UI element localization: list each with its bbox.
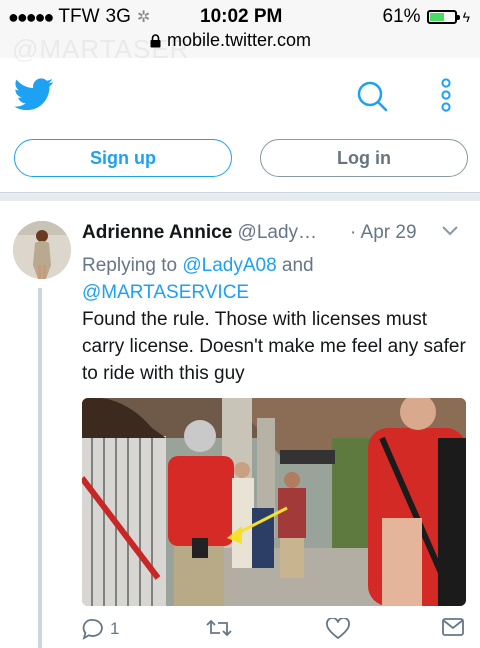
log-in-button[interactable]: Log in — [260, 139, 468, 177]
reply-context: Replying to @LadyA08 and @MARTASERVICE — [82, 252, 462, 306]
reply-count: 1 — [110, 619, 120, 638]
section-divider — [0, 192, 480, 201]
auth-buttons: Sign up Log in — [14, 139, 468, 179]
address-bar[interactable]: mobile.twitter.com — [150, 30, 311, 51]
battery-percent: 61% — [382, 6, 421, 27]
avatar-image — [13, 221, 71, 279]
reply-user-link[interactable]: @MARTASERVICE — [82, 282, 249, 303]
lock-icon — [150, 33, 161, 47]
more-vertical-icon[interactable] — [440, 78, 452, 112]
retweet-action[interactable] — [206, 618, 238, 638]
sign-up-button[interactable]: Sign up — [14, 139, 232, 177]
battery-icon — [426, 10, 460, 24]
reply-icon — [82, 618, 103, 640]
thread-line — [38, 288, 42, 648]
signal-strength: ●●●●● — [8, 6, 54, 27]
tweet[interactable]: Adrienne Annice @Lady… · Apr 29 Replying… — [0, 208, 480, 648]
tweet-date[interactable]: · Apr 29 — [350, 222, 417, 244]
charging-icon: ϟ — [462, 9, 470, 25]
reply-and-label: and — [276, 255, 314, 276]
carrier-name: TFW — [58, 6, 100, 27]
reply-user-link[interactable]: @LadyA08 — [182, 255, 276, 276]
twitter-bird-icon[interactable] — [14, 78, 54, 111]
status-bar: @MARTASER ●●●●● TFW 3G ✲ 10:02 PM 61% ϟ … — [0, 0, 480, 64]
search-icon[interactable] — [356, 80, 388, 112]
app-header — [0, 58, 480, 130]
network-type: 3G — [105, 6, 131, 27]
chevron-down-icon[interactable] — [442, 226, 458, 236]
author-handle[interactable]: @Lady… — [238, 222, 318, 243]
train-platform-photo — [82, 398, 466, 606]
retweet-icon — [206, 619, 232, 637]
heart-icon — [326, 618, 350, 640]
activity-spinner-icon: ✲ — [136, 9, 151, 26]
battery-level — [429, 13, 445, 21]
tweet-text: Found the rule. Those with licenses must… — [82, 309, 466, 384]
replying-to-label: Replying to — [82, 255, 183, 276]
like-action[interactable] — [326, 618, 356, 640]
clock: 10:02 PM — [200, 6, 283, 27]
tweet-actions: 1 — [82, 618, 466, 646]
tweet-photo[interactable] — [82, 398, 466, 606]
url-text: mobile.twitter.com — [167, 30, 312, 50]
envelope-icon — [442, 618, 464, 636]
direct-message-action[interactable] — [442, 618, 464, 636]
author-name[interactable]: Adrienne Annice — [82, 222, 232, 243]
avatar[interactable] — [13, 221, 71, 279]
reply-action[interactable]: 1 — [82, 618, 119, 640]
